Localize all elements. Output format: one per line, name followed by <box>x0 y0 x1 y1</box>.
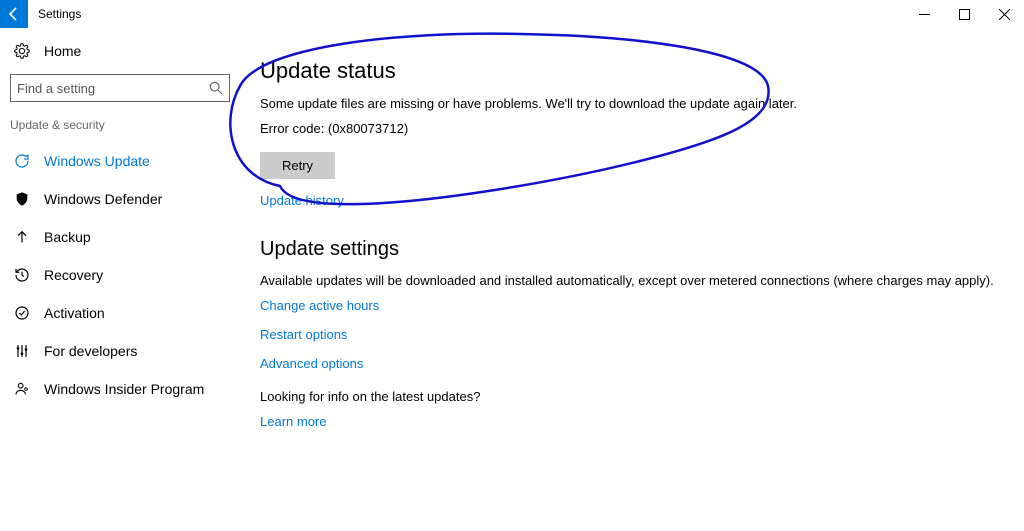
arrow-up-icon <box>12 229 32 245</box>
sidebar-item-recovery[interactable]: Recovery <box>10 256 230 294</box>
minimize-button[interactable] <box>904 0 944 28</box>
main-panel: Update status Some update files are miss… <box>240 28 1024 531</box>
home-label: Home <box>44 43 81 59</box>
sidebar-item-label: Windows Defender <box>44 191 162 207</box>
check-circle-icon <box>12 305 32 321</box>
sidebar: Home Find a setting Update & security Wi… <box>0 28 240 531</box>
update-history-link[interactable]: Update history <box>260 193 344 208</box>
settings-description: Available updates will be downloaded and… <box>260 273 1004 288</box>
person-icon <box>12 381 32 397</box>
sidebar-item-for-developers[interactable]: For developers <box>10 332 230 370</box>
title-bar: Settings <box>0 0 1024 28</box>
sidebar-item-windows-update[interactable]: Windows Update <box>10 142 230 180</box>
footer-question: Looking for info on the latest updates? <box>260 389 1004 404</box>
maximize-icon <box>959 9 970 20</box>
minimize-icon <box>919 9 930 20</box>
sidebar-section-label: Update & security <box>10 118 230 132</box>
sidebar-item-label: Windows Insider Program <box>44 381 204 397</box>
search-icon <box>209 81 223 95</box>
restart-options-link[interactable]: Restart options <box>260 327 347 342</box>
window-title: Settings <box>38 7 81 21</box>
sidebar-item-label: Recovery <box>44 267 103 283</box>
advanced-options-link[interactable]: Advanced options <box>260 356 363 371</box>
history-icon <box>12 267 32 283</box>
sidebar-item-label: Windows Update <box>44 153 150 169</box>
change-active-hours-link[interactable]: Change active hours <box>260 298 379 313</box>
back-button[interactable] <box>0 0 28 28</box>
update-settings-heading: Update settings <box>260 238 1004 261</box>
sidebar-item-label: Activation <box>44 305 105 321</box>
error-code: Error code: (0x80073712) <box>260 121 1004 136</box>
maximize-button[interactable] <box>944 0 984 28</box>
sliders-icon <box>12 343 32 359</box>
shield-icon <box>12 191 32 207</box>
status-message: Some update files are missing or have pr… <box>260 96 1004 111</box>
update-status-heading: Update status <box>260 58 1004 84</box>
sidebar-item-insider-program[interactable]: Windows Insider Program <box>10 370 230 408</box>
close-button[interactable] <box>984 0 1024 28</box>
gear-icon <box>12 43 32 59</box>
retry-button[interactable]: Retry <box>260 152 335 179</box>
sidebar-item-backup[interactable]: Backup <box>10 218 230 256</box>
sidebar-item-activation[interactable]: Activation <box>10 294 230 332</box>
sidebar-item-label: Backup <box>44 229 91 245</box>
sidebar-item-windows-defender[interactable]: Windows Defender <box>10 180 230 218</box>
arrow-left-icon <box>6 6 22 22</box>
sidebar-item-label: For developers <box>44 343 137 359</box>
search-placeholder: Find a setting <box>17 81 209 96</box>
learn-more-link[interactable]: Learn more <box>260 414 326 429</box>
search-input[interactable]: Find a setting <box>10 74 230 102</box>
close-icon <box>999 9 1010 20</box>
sync-icon <box>12 153 32 169</box>
home-button[interactable]: Home <box>10 36 230 66</box>
